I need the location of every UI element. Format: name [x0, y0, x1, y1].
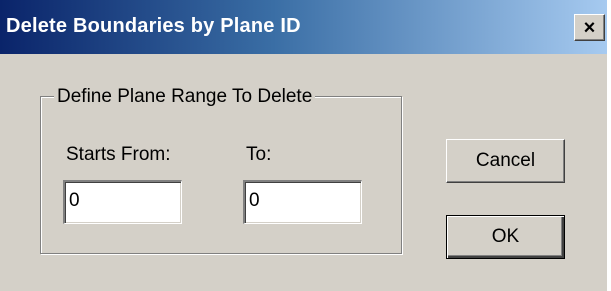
to-label: To: — [246, 144, 272, 165]
close-button[interactable]: × — [574, 14, 605, 41]
window-title: Delete Boundaries by Plane ID — [6, 15, 301, 37]
plane-range-group-legend: Define Plane Range To Delete — [54, 86, 316, 108]
close-icon: × — [583, 16, 596, 39]
plane-range-group — [40, 96, 402, 254]
ok-button[interactable]: OK — [446, 215, 565, 259]
title-bar[interactable]: Delete Boundaries by Plane ID × — [0, 0, 607, 54]
starts-from-input[interactable]: 0 — [63, 180, 182, 224]
to-input[interactable]: 0 — [243, 180, 362, 224]
starts-from-label: Starts From: — [66, 144, 171, 165]
delete-boundaries-dialog: Delete Boundaries by Plane ID × Define P… — [0, 0, 609, 291]
cancel-button[interactable]: Cancel — [446, 139, 565, 183]
